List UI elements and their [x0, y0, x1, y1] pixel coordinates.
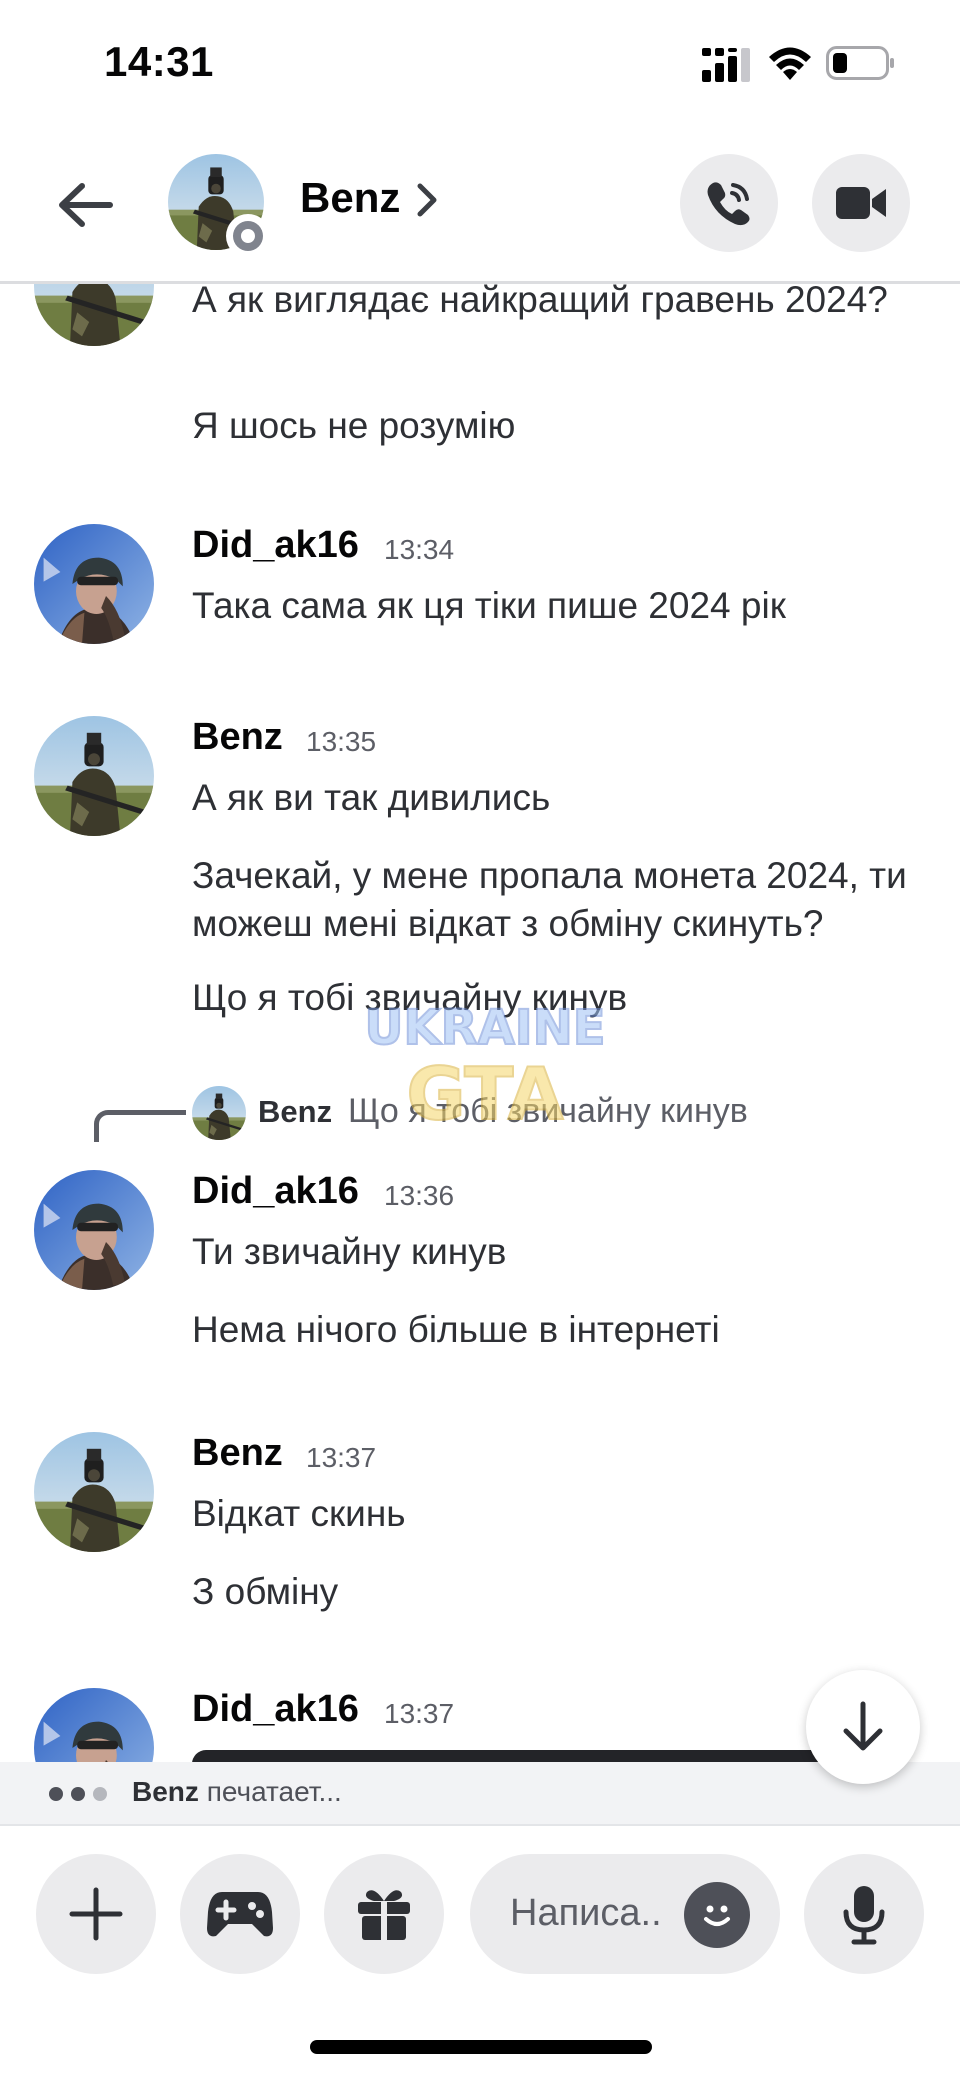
status-bar: 14:31: [0, 0, 960, 130]
message-timestamp: 13:34: [384, 534, 455, 565]
message-author[interactable]: Benz: [192, 1432, 283, 1475]
chevron-right-icon[interactable]: [414, 180, 440, 220]
presence-indicator: [226, 214, 270, 258]
gamepad-icon: [207, 1892, 273, 1937]
typing-text: Benz печатает...: [132, 1776, 342, 1808]
avatar[interactable]: [34, 524, 154, 644]
reply-avatar[interactable]: [192, 1086, 246, 1140]
gift-icon: [358, 1890, 410, 1940]
message-input[interactable]: Написа..: [470, 1854, 780, 1974]
typing-user: Benz: [132, 1776, 199, 1807]
gift-button[interactable]: [324, 1854, 444, 1974]
message-text: Така сама як ця тіки пише 2024 рік: [192, 585, 786, 626]
message-text: Я шось не розумію: [192, 405, 516, 446]
typing-status: печатает...: [206, 1776, 342, 1807]
message-text: З обміну: [192, 1571, 339, 1612]
video-call-button[interactable]: [812, 154, 910, 252]
back-button[interactable]: [50, 170, 120, 240]
emoji-icon: [704, 1905, 730, 1926]
message-timestamp: 13:37: [384, 1698, 455, 1729]
message-timestamp: 13:36: [384, 1180, 455, 1211]
message-embed[interactable]: [192, 1750, 832, 1762]
message-text: Відкат скинь: [192, 1493, 406, 1534]
avatar[interactable]: [34, 1170, 154, 1290]
message-list[interactable]: А як виглядає найкращий гравень 2024? Я …: [0, 284, 960, 1762]
wifi-icon: [769, 47, 811, 80]
attach-button[interactable]: [36, 1854, 156, 1974]
message-text: Що я тобі звичайну кинув: [192, 977, 628, 1018]
message-timestamp: 13:37: [306, 1442, 377, 1473]
typing-indicator: Benz печатает...: [0, 1762, 960, 1824]
battery-icon: [826, 46, 894, 80]
avatar[interactable]: [34, 1688, 154, 1762]
message-author[interactable]: Did_ak16: [192, 1688, 359, 1731]
reply-connector: [94, 1110, 186, 1142]
typing-dots-icon: [49, 1787, 107, 1801]
home-indicator[interactable]: [310, 2040, 652, 2054]
message-author[interactable]: Did_ak16: [192, 1170, 359, 1213]
message-text: А як виглядає найкращий гравень 2024?: [192, 284, 888, 320]
channel-name[interactable]: Benz: [300, 174, 400, 222]
emoji-button[interactable]: [684, 1882, 750, 1948]
plus-icon: [69, 1887, 123, 1941]
arrow-left-icon: [59, 183, 113, 227]
avatar[interactable]: [34, 1432, 154, 1552]
reply-author[interactable]: Benz: [258, 1094, 332, 1130]
jump-to-present-button[interactable]: [806, 1670, 920, 1784]
message-text: Ти звичайну кинув: [192, 1231, 507, 1272]
chat-header: Benz: [0, 130, 960, 284]
voice-call-button[interactable]: [680, 154, 778, 252]
cellular-signal-icon: [702, 48, 750, 82]
avatar[interactable]: [34, 284, 154, 346]
voice-message-button[interactable]: [804, 1854, 924, 1974]
message-text: Нема нічого більше в інтернеті: [192, 1309, 720, 1350]
arrow-down-icon: [843, 1701, 883, 1751]
activities-button[interactable]: [180, 1854, 300, 1974]
avatar[interactable]: [34, 716, 154, 836]
phone-icon: [707, 182, 750, 226]
reply-preview[interactable]: Що я тобі звичайну кинув: [348, 1092, 748, 1131]
message-author[interactable]: Did_ak16: [192, 524, 359, 567]
message-author[interactable]: Benz: [192, 716, 283, 759]
message-text: Зачекай, у мене пропала монета 2024, ти …: [192, 855, 907, 944]
message-text: А як ви так дивились: [192, 777, 551, 818]
message-timestamp: 13:35: [306, 726, 377, 757]
microphone-icon: [843, 1886, 885, 1945]
status-time: 14:31: [104, 38, 214, 85]
message-input-placeholder: Написа..: [510, 1892, 662, 1934]
video-camera-icon: [836, 187, 886, 219]
